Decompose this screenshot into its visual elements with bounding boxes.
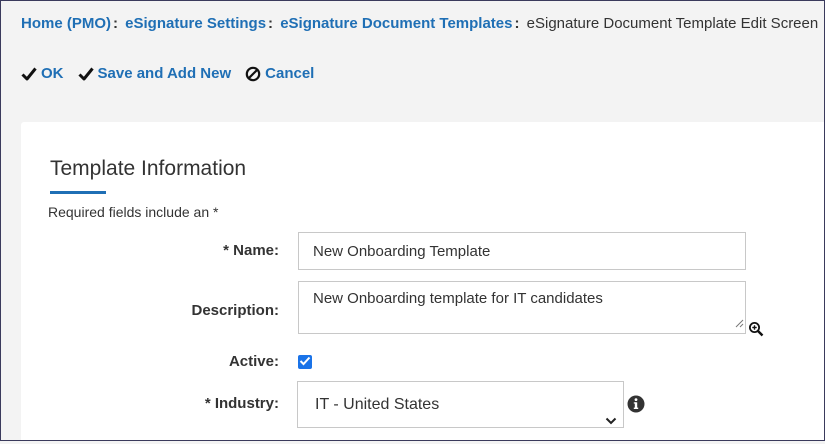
industry-select[interactable]: IT - United States [297,381,624,428]
breadcrumb-separator: : [113,15,118,32]
info-icon[interactable] [627,395,645,418]
check-icon [21,67,37,81]
description-label: Description: [191,302,279,319]
ok-button[interactable]: OK [21,65,64,82]
check-icon [77,67,94,81]
save-and-add-new-button[interactable]: Save and Add New [77,65,232,82]
chevron-down-icon [605,399,617,444]
breadcrumb-home[interactable]: Home (PMO) [21,15,111,32]
cancel-button[interactable]: Cancel [245,65,314,82]
required-fields-note: Required fields include an * [48,204,219,220]
ok-label: OK [41,65,64,82]
breadcrumb-esignature-settings[interactable]: eSignature Settings [125,15,266,32]
description-field[interactable]: New Onboarding template for IT candidate… [298,281,746,334]
breadcrumb-current: eSignature Document Template Edit Screen [526,15,819,32]
description-text: New Onboarding template for IT candidate… [313,290,603,307]
breadcrumb-esignature-document-templates[interactable]: eSignature Document Templates [280,15,512,32]
resize-grip-icon[interactable] [735,315,744,332]
breadcrumb: Home (PMO): eSignature Settings: eSignat… [21,15,818,32]
zoom-in-icon[interactable] [748,321,764,342]
section-title: Template Information [50,157,247,180]
active-checkbox[interactable] [298,355,312,369]
breadcrumb-separator: : [268,15,274,32]
breadcrumb-separator: : [514,15,520,32]
name-field[interactable]: New Onboarding Template [298,232,746,270]
active-label: Active: [228,353,279,370]
name-label: * Name: [223,242,279,259]
section-title-underline [50,191,106,194]
toolbar: OK Save and Add New Cancel [21,65,314,82]
industry-label: * Industry: [204,395,279,412]
checkmark-icon [299,353,311,371]
cancel-circle-icon [245,66,261,82]
save-and-add-new-label: Save and Add New [97,65,232,82]
industry-selected-value: IT - United States [315,396,440,413]
cancel-label: Cancel [265,65,315,82]
template-form-panel: Template Information Required fields inc… [21,122,824,440]
